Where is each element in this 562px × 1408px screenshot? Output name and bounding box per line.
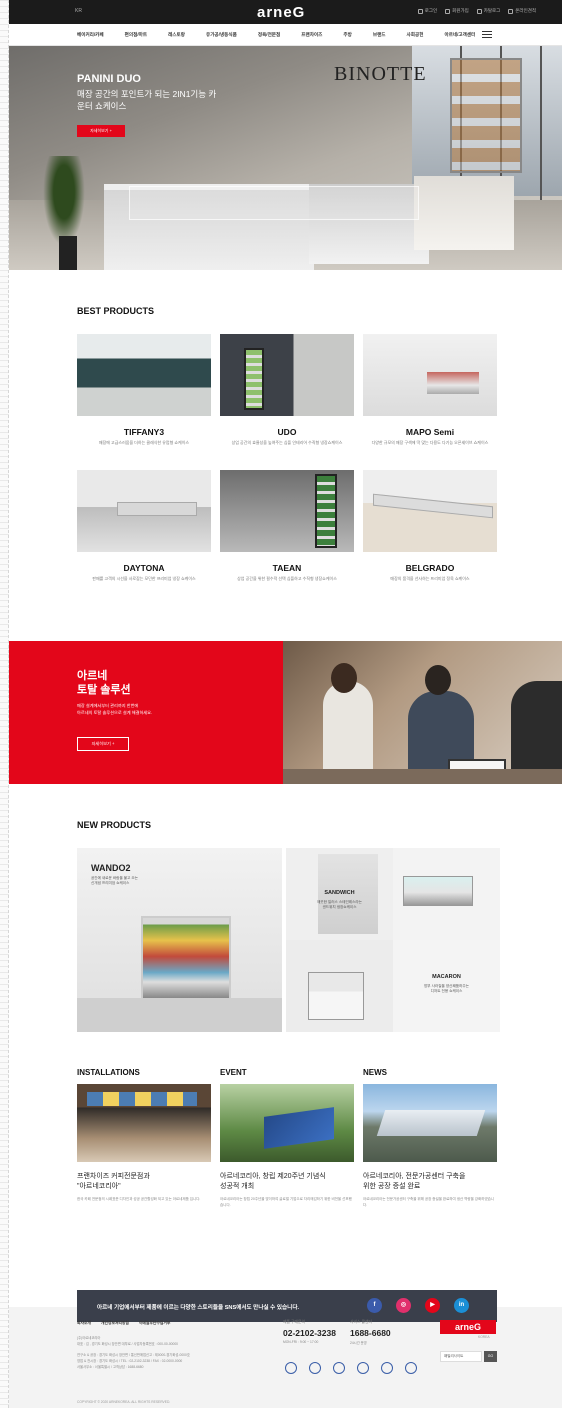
instagram-icon[interactable]: ◎ [396, 1298, 411, 1313]
service-contact: 서비스 콜센터 1688-6680 24시간 운영 [350, 1320, 391, 1345]
person-plus-icon [445, 8, 451, 14]
nav-item[interactable]: 주방 [343, 32, 351, 38]
product-card[interactable]: TAEAN 상업 공간을 위한 필수적 선택 심플하고 수직형 냉장쇼케이스 [220, 470, 354, 582]
family-site-select[interactable]: 패밀리사이트 [440, 1351, 482, 1362]
sales-contact: 제품 구매문의 02-2102-3238 MON-FRI : 9:00 ~ 17… [283, 1320, 336, 1344]
footer-link[interactable]: 회사소개 [77, 1321, 91, 1326]
new-products-grid: WANDO2 공간에 새로운 바람을 불고 오는 신개념 프리미엄 쇼케이스 SA… [77, 848, 500, 1032]
copyright: COPYRIGHT © 2020 ARNEKOREA. ALL RIGHTS R… [77, 1400, 171, 1404]
product-card[interactable]: UDO 상업 공간의 효율성을 높여주는 심플 인테리어 수직형 냉장쇼케이스 [220, 334, 354, 446]
footer-link[interactable]: 이메일무단수집거부 [139, 1321, 170, 1326]
nav-item[interactable]: 베이커리/카페 [77, 32, 104, 38]
product-card[interactable]: DAYTONA 판매를 고객의 시선을 사로잡는 모던한 프리미엄 냉장 쇼케이… [77, 470, 211, 582]
solution-panel: 아르네 토탈 솔루션 매장 설계에서부터 관리까지 한번에 아르네의 토탈 솔루션으… [9, 641, 283, 784]
new-product-main[interactable]: WANDO2 공간에 새로운 바람을 불고 오는 신개념 프리미엄 쇼케이스 [77, 848, 282, 1032]
news-desc: 아르네코리아는 전문가공센터 구축을 위해 공장 증설을 완료하여 생산 역량을… [363, 1197, 495, 1207]
event-title[interactable]: EVENT [220, 1068, 354, 1077]
cert-badge-icon [333, 1362, 345, 1374]
nav-item[interactable]: 유가공/냉동식품 [206, 32, 237, 38]
news-column: EVENT 아르네코리아, 창립 제20주년 기념식 성공적 개최 아르네코리아는… [220, 1068, 354, 1208]
nav-item[interactable]: 레스토랑 [168, 32, 185, 38]
catalog-link[interactable]: 카탈로그 [476, 8, 500, 14]
nav-item[interactable]: 사회공헌 [407, 32, 424, 38]
new-products-title: NEW PRODUCTS [77, 820, 151, 830]
person-icon [417, 8, 423, 14]
hero-store-sign: BINOTTE [334, 63, 427, 85]
hero-detail-button[interactable]: 자세히보기 + [77, 125, 125, 137]
nav-item[interactable]: 프랜차이즈 [301, 32, 322, 38]
news-image[interactable] [77, 1084, 211, 1162]
language-selector[interactable]: KR [75, 8, 82, 14]
product-card[interactable]: TIFFANY3 매장에 고급스러움을 더하는 클래식한 유럽형 쇼케이스 [77, 334, 211, 446]
linkedin-icon[interactable]: in [454, 1298, 469, 1313]
news-desc: 한국 카페 전문점의 시례표준 디자인과 성공 공간활성화 되고 있는 아르네제… [77, 1197, 201, 1201]
best-products-title: BEST PRODUCTS [77, 306, 155, 316]
news-section-title[interactable]: NEWS [363, 1068, 497, 1077]
cert-badge-icon [405, 1362, 417, 1374]
main-nav: 베이커리/카페 편의점/마트 레스토랑 유가공/냉동식품 정육/전문점 프랜차이… [9, 24, 562, 46]
footer-links: 회사소개 개인정보처리방침 이메일무단수집거부 [77, 1321, 170, 1326]
new-product-macaron-image[interactable] [286, 940, 393, 1032]
news-title[interactable]: 프랜차이즈 커피전문점과 "아르네코리아" [77, 1172, 211, 1192]
footer-link[interactable]: 개인정보처리방침 [101, 1321, 129, 1326]
business-meeting-photo [283, 641, 562, 784]
left-ruler [0, 0, 9, 1408]
product-image [363, 334, 497, 416]
wando2-image [141, 916, 231, 1000]
youtube-icon[interactable]: ▶ [425, 1298, 440, 1313]
installations-title[interactable]: INSTALLATIONS [77, 1068, 211, 1077]
top-bar: KR arneG 로그인 회원가입 카탈로그 온라인견적 [9, 0, 562, 24]
sns-icons: f ◎ ▶ in [367, 1298, 469, 1313]
menu-icon[interactable] [482, 31, 492, 38]
news-title[interactable]: 아르네코리아, 전문가공센터 구축을 위한 공장 증설 완료 [363, 1172, 497, 1192]
solution-detail-button[interactable]: 자세히보기 + [77, 737, 129, 751]
plant-image [43, 156, 85, 246]
cert-badge-icon [309, 1362, 321, 1374]
news-desc: 아르네코리아는 창립 20주년을 맞이하여 글로벌 기업으로 자리매김하기 위한… [220, 1197, 352, 1207]
footer-logo: arneG [440, 1320, 496, 1334]
facebook-icon[interactable]: f [367, 1298, 382, 1313]
login-link[interactable]: 로그인 [417, 8, 437, 14]
product-image [77, 334, 211, 416]
product-card[interactable]: BELGRADO 매장의 품격을 선사하는 프리미엄 정육 쇼케이스 [363, 470, 497, 582]
sns-banner: 아르네 기업에서부터 제품에 이르는 다양한 스토리들을 SNS에서도 만나실 … [77, 1290, 497, 1322]
sns-text: 아르네 기업에서부터 제품에 이르는 다양한 스토리들을 SNS에서도 만나실 … [97, 1305, 300, 1311]
cert-badge-icon [357, 1362, 369, 1374]
product-image [220, 334, 354, 416]
total-solution-banner: 아르네 토탈 솔루션 매장 설계에서부터 관리까지 한번에 아르네의 토탈 솔루션으… [9, 641, 562, 784]
certification-badges [285, 1362, 417, 1374]
nav-item[interactable]: 아르네/고객센터 [444, 32, 475, 38]
solution-title: 아르네 토탈 솔루션 [77, 670, 131, 696]
join-link[interactable]: 회원가입 [445, 8, 469, 14]
logo[interactable]: arneG [257, 4, 305, 21]
new-product-macaron[interactable]: MACARON 방부 사라질을 양산째품하주는 디저트 전용 쇼케이스 [393, 940, 500, 1032]
nav-item[interactable]: 정육/전문점 [258, 32, 280, 38]
news-column: INSTALLATIONS 프랜차이즈 커피전문점과 "아르네코리아" 한국 카페… [77, 1068, 211, 1203]
news-image[interactable] [220, 1084, 354, 1162]
document-icon [508, 8, 514, 14]
hero-subtitle: 매장 공간의 포인트가 되는 2IN1기능 카운터 쇼케이스 [77, 89, 217, 111]
nav-item[interactable]: 브랜드 [373, 32, 386, 38]
news-title[interactable]: 아르네코리아, 창립 제20주년 기념식 성공적 개최 [220, 1172, 354, 1192]
book-icon [476, 8, 482, 14]
hero-shelf [450, 58, 522, 173]
utility-links: 로그인 회원가입 카탈로그 온라인견적 [417, 8, 536, 14]
cert-badge-icon [381, 1362, 393, 1374]
news-image[interactable] [363, 1084, 497, 1162]
solution-desc: 매장 설계에서부터 관리까지 한번에 아르네의 토탈 솔루션으로 설계 해결하세요… [77, 703, 153, 715]
product-card[interactable]: MAPO Semi 다양한 규모의 매장 구색에 딱 맞는 다용도 다기능 오픈… [363, 334, 497, 446]
new-product-sandwich[interactable] [393, 848, 500, 940]
company-info: (주)아르네코리아 대표 : 김 , 경기도 화성시 장안면 대부로 / 사업자… [77, 1336, 190, 1369]
hero-banner: BINOTTE PANINI DUO 매장 공간의 포인트가 되는 2IN1기능… [9, 46, 562, 270]
quote-link[interactable]: 온라인견적 [508, 8, 536, 14]
cert-badge-icon [285, 1362, 297, 1374]
family-site-go-button[interactable]: GO [484, 1351, 497, 1362]
product-image [220, 470, 354, 552]
product-image [77, 470, 211, 552]
nav-item[interactable]: 편의점/마트 [125, 32, 147, 38]
footer-logo-sub: KOREA [478, 1335, 490, 1339]
news-column: NEWS 아르네코리아, 전문가공센터 구축을 위한 공장 증설 완료 아르네코리… [363, 1068, 497, 1208]
hero-title: PANINI DUO [77, 73, 141, 85]
product-image [363, 470, 497, 552]
